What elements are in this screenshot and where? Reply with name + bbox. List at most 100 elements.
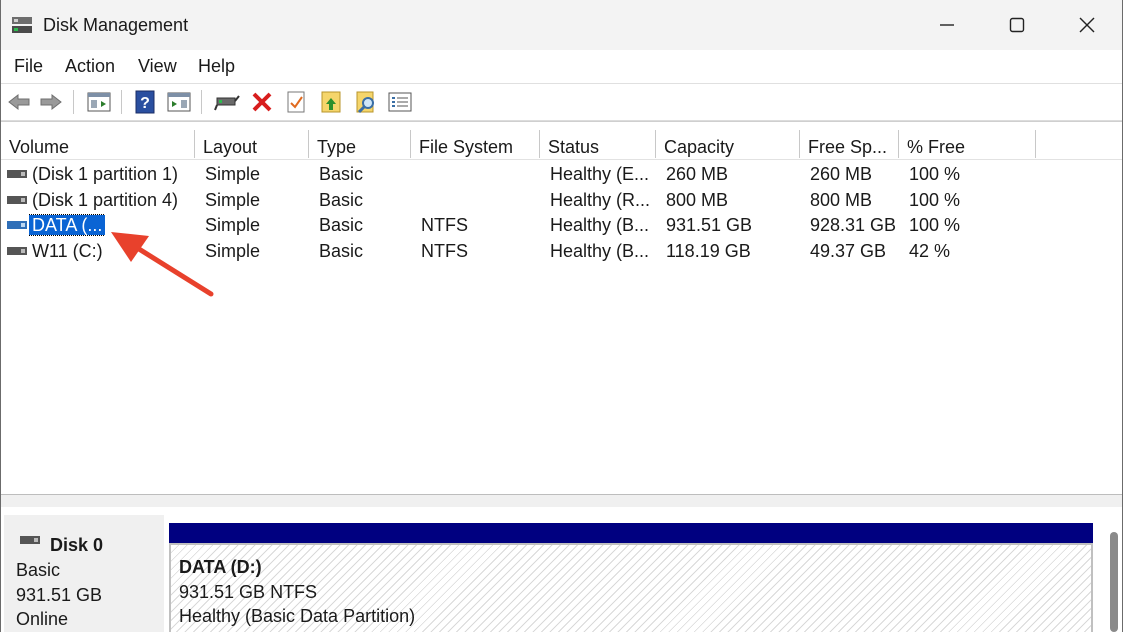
cell-percent-free: 42 %	[909, 241, 951, 261]
cell-volume: (Disk 1 partition 4)	[32, 190, 179, 210]
cell-free-space: 928.31 GB	[810, 215, 897, 235]
cell-layout: Simple	[205, 190, 261, 210]
search-button[interactable]	[352, 88, 380, 116]
toolbar: ?	[1, 84, 1122, 121]
up-folder-icon	[321, 91, 341, 113]
menu-bar: File Action View Help	[1, 50, 1122, 84]
cell-type: Basic	[319, 164, 364, 184]
menu-help[interactable]: Help	[198, 56, 235, 77]
disk-state: Online	[16, 609, 69, 629]
cell-percent-free: 100 %	[909, 215, 961, 235]
column-percent-free[interactable]: % Free	[899, 130, 1036, 158]
annotation-arrow	[111, 232, 214, 297]
properties-icon	[287, 91, 305, 113]
up-one-level-button[interactable]	[317, 88, 345, 116]
toolbar-separator	[73, 90, 74, 114]
back-arrow-icon	[8, 93, 30, 111]
cell-volume: W11 (C:)	[32, 241, 103, 261]
disk-name: Disk 0	[50, 535, 104, 555]
toolbar-separator	[121, 90, 122, 114]
disk-icon	[20, 536, 40, 544]
cell-capacity: 931.51 GB	[666, 215, 753, 235]
partition-header-bar	[169, 523, 1093, 543]
column-header-row: Volume Layout Type File System Status Ca…	[1, 122, 1122, 160]
svg-text:?: ?	[140, 95, 150, 112]
forward-arrow-icon	[40, 93, 62, 111]
cell-capacity: 260 MB	[666, 164, 729, 184]
help-button[interactable]: ?	[131, 88, 159, 116]
volume-icon	[7, 196, 27, 204]
column-file-system[interactable]: File System	[411, 130, 540, 158]
column-volume[interactable]: Volume	[1, 130, 195, 158]
disk-size: 931.51 GB	[16, 585, 103, 605]
action-pane-icon	[167, 92, 191, 112]
column-type[interactable]: Type	[309, 130, 411, 158]
disk-management-icon	[11, 15, 33, 35]
connect-disk-icon	[214, 95, 240, 111]
column-status[interactable]: Status	[540, 130, 656, 158]
window-title: Disk Management	[43, 15, 189, 35]
pane-splitter[interactable]	[1, 494, 1122, 508]
cell-type: Basic	[319, 241, 364, 261]
toolbar-separator	[201, 90, 202, 114]
volume-icon	[7, 170, 27, 178]
cell-file-system: NTFS	[421, 241, 468, 261]
menu-file[interactable]: File	[14, 56, 43, 77]
partition-health: Healthy (Basic Data Partition)	[179, 606, 416, 626]
volume-list: Volume Layout Type File System Status Ca…	[1, 121, 1122, 495]
title-bar: Disk Management	[1, 0, 1122, 50]
cell-layout: Simple	[205, 164, 261, 184]
back-button[interactable]	[5, 88, 33, 116]
volume-icon	[7, 221, 27, 229]
cell-capacity: 118.19 GB	[666, 241, 751, 261]
search-folder-icon	[356, 91, 374, 114]
list-view-icon	[388, 92, 412, 112]
cell-volume-wrapper: DATA (...	[29, 212, 106, 238]
partition-label: DATA (D:)	[179, 557, 262, 577]
maximize-button[interactable]	[982, 0, 1052, 50]
cell-file-system: NTFS	[421, 215, 468, 235]
volume-icon	[7, 247, 27, 255]
cell-free-space: 49.37 GB	[810, 241, 887, 261]
partition-data-d[interactable]: DATA (D:) 931.51 GB NTFS Healthy (Basic …	[169, 543, 1093, 632]
cell-status: Healthy (B...	[550, 241, 650, 261]
cell-status: Healthy (B...	[550, 215, 650, 235]
disk-management-window: Disk Management File Action View Help ?	[0, 0, 1123, 632]
console-tree-icon	[87, 92, 111, 112]
maximize-icon	[1009, 17, 1025, 33]
vertical-scrollbar-thumb[interactable]	[1110, 532, 1118, 632]
cell-free-space: 800 MB	[810, 190, 873, 210]
menu-view[interactable]: View	[138, 56, 177, 77]
partition-size-fs: 931.51 GB NTFS	[179, 582, 318, 602]
column-layout[interactable]: Layout	[195, 130, 309, 158]
disk-0-label[interactable]: Disk 0 Basic 931.51 GB Online	[4, 515, 164, 632]
cell-status: Healthy (E...	[550, 164, 650, 184]
close-button[interactable]	[1052, 0, 1122, 50]
minimize-icon	[940, 24, 954, 26]
show-console-tree-button[interactable]	[85, 88, 113, 116]
cell-percent-free: 100 %	[909, 164, 961, 184]
cell-free-space: 260 MB	[810, 164, 873, 184]
column-capacity[interactable]: Capacity	[656, 130, 800, 158]
cell-volume: (Disk 1 partition 1)	[32, 164, 179, 184]
disk-type: Basic	[16, 560, 61, 580]
show-action-pane-button[interactable]	[165, 88, 193, 116]
column-free-space[interactable]: Free Sp...	[800, 130, 899, 158]
forward-button[interactable]	[37, 88, 65, 116]
delete-button[interactable]	[248, 88, 276, 116]
disk-graphical-view: Disk 0 Basic 931.51 GB Online DATA (D:) …	[1, 507, 1122, 632]
cell-capacity: 800 MB	[666, 190, 729, 210]
properties-button[interactable]	[282, 88, 310, 116]
cell-status: Healthy (R...	[550, 190, 651, 210]
list-view-button[interactable]	[386, 88, 414, 116]
connect-virtual-disk-button[interactable]	[213, 88, 241, 116]
minimize-button[interactable]	[912, 0, 982, 50]
close-icon	[1079, 17, 1095, 33]
table-row[interactable]: (Disk 1 partition 1) Simple Basic Health…	[1, 161, 1122, 187]
cell-type: Basic	[319, 215, 364, 235]
menu-action[interactable]: Action	[65, 56, 115, 77]
table-row[interactable]: (Disk 1 partition 4) Simple Basic Health…	[1, 187, 1122, 213]
cell-volume: DATA (...	[29, 214, 106, 236]
cell-percent-free: 100 %	[909, 190, 961, 210]
cell-type: Basic	[319, 190, 364, 210]
